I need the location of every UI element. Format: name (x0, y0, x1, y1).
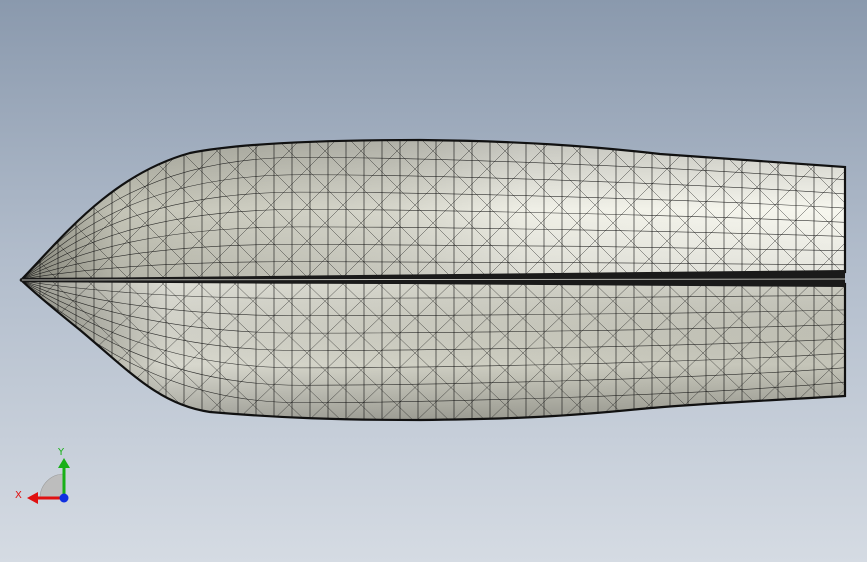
y-axis-label: Y (57, 447, 65, 458)
x-axis-label: X (15, 490, 22, 501)
mesh-diagonal (843, 281, 845, 420)
mesh-diagonal (843, 140, 845, 279)
mesh-diagonal (22, 281, 23, 420)
hull-lower-surface[interactable] (0, 279, 867, 425)
view-orientation-triad[interactable]: Y X (15, 447, 70, 504)
mesh-diagonal (22, 140, 23, 279)
model-canvas[interactable]: Y X (0, 0, 867, 562)
y-axis-arrowhead (58, 458, 70, 468)
triad-plane-icon (39, 473, 65, 499)
x-axis-arrowhead (27, 492, 38, 504)
mesh-diagonal (843, 140, 845, 279)
mesh-diagonal (22, 140, 23, 279)
hull-upper-surface[interactable] (0, 130, 867, 281)
graphics-viewport[interactable]: Y X (0, 0, 867, 562)
mesh-diagonal (843, 281, 845, 420)
z-axis-dot (59, 493, 69, 503)
mesh-diagonal (22, 281, 23, 420)
